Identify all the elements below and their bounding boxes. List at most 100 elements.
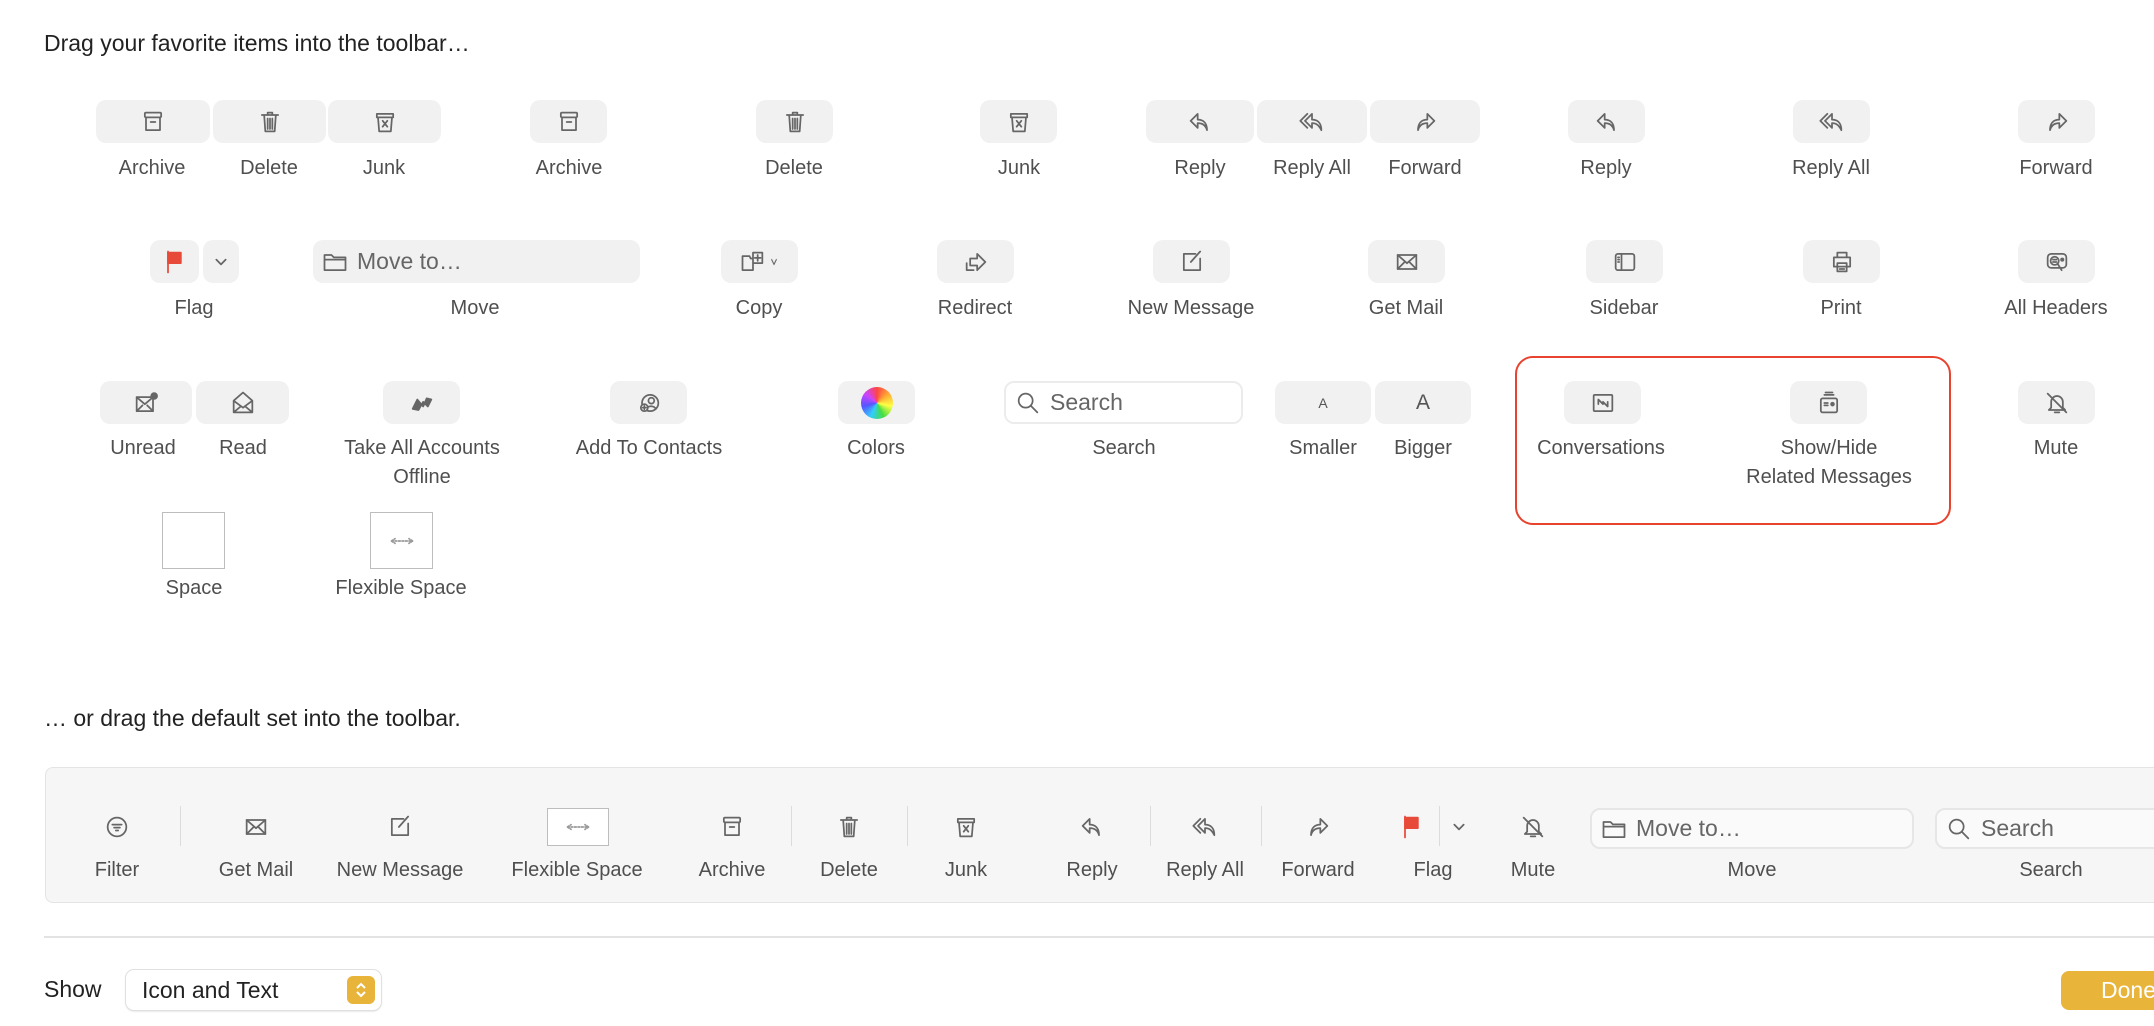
default-move-field: Move to… — [1590, 808, 1914, 849]
bell-slash-icon — [2043, 389, 2071, 417]
label: Forward — [2019, 157, 2093, 179]
label: New Message — [1127, 297, 1255, 319]
done-button[interactable]: Done — [2061, 971, 2154, 1010]
open-envelope-icon — [229, 389, 257, 417]
colors-item[interactable] — [838, 381, 915, 424]
label: Flag — [1413, 859, 1453, 881]
label: Bigger — [1394, 437, 1452, 459]
divider — [1261, 806, 1262, 846]
favorites-instruction: Drag your favorite items into the toolba… — [44, 30, 470, 56]
add-contact-icon — [635, 389, 663, 417]
label: Archive — [535, 157, 603, 179]
new-message-item[interactable] — [1153, 240, 1230, 283]
label: Reply — [1066, 859, 1118, 881]
label: Mute — [1510, 859, 1556, 881]
flexible-space-item — [547, 808, 609, 846]
copy-item[interactable] — [721, 240, 798, 283]
bigger-item[interactable]: A — [1375, 381, 1471, 424]
label: Colors — [847, 437, 905, 459]
label: Sidebar — [1589, 297, 1659, 319]
redirect-item[interactable] — [937, 240, 1014, 283]
junk-item[interactable] — [980, 100, 1057, 143]
mute-item[interactable] — [2018, 381, 2095, 424]
move-item[interactable]: Move to… — [313, 240, 640, 283]
bell-slash-icon — [1519, 813, 1547, 841]
label: All Headers — [2004, 297, 2108, 319]
flag-icon — [1398, 813, 1426, 841]
move-field-text: Move to… — [1636, 815, 1741, 841]
unread-item[interactable] — [100, 381, 192, 424]
print-item[interactable] — [1803, 240, 1880, 283]
reply-item[interactable] — [1568, 100, 1645, 143]
trash-icon — [781, 108, 809, 136]
label: Reply — [1174, 157, 1226, 179]
space-item[interactable] — [162, 512, 225, 569]
label-line: Offline — [393, 466, 451, 488]
label: Delete — [240, 157, 298, 179]
forward-icon — [1411, 108, 1439, 136]
label: Junk — [944, 859, 988, 881]
label: Search — [1092, 437, 1156, 459]
reply-item[interactable] — [1146, 100, 1254, 143]
divider — [1439, 806, 1440, 846]
reply-all-item[interactable] — [1793, 100, 1870, 143]
label: Smaller — [1289, 437, 1357, 459]
add-to-contacts-item[interactable] — [610, 381, 687, 424]
show-hide-related-item[interactable] — [1790, 381, 1867, 424]
junk-icon — [952, 813, 980, 841]
printer-icon — [1828, 248, 1856, 276]
label: Mute — [2033, 437, 2079, 459]
reply-all-icon — [1298, 108, 1326, 136]
flag-item[interactable] — [150, 240, 199, 283]
label: Junk — [362, 157, 406, 179]
label: Reply All — [1273, 157, 1351, 179]
conversations-item[interactable] — [1564, 381, 1641, 424]
label: Get Mail — [218, 859, 294, 881]
sidebar-item[interactable] — [1586, 240, 1663, 283]
unread-envelope-icon — [132, 389, 160, 417]
label: Search — [2019, 859, 2083, 881]
label: Reply All — [1166, 859, 1244, 881]
show-label: Show — [44, 976, 102, 1002]
show-popup-button[interactable]: Icon and Text — [126, 970, 381, 1010]
smaller-item[interactable]: A — [1275, 381, 1371, 424]
trash-icon — [835, 813, 863, 841]
label-line: Show/Hide — [1780, 437, 1878, 459]
divider — [791, 806, 792, 846]
reply-icon — [1593, 108, 1621, 136]
delete-item[interactable] — [756, 100, 833, 143]
all-headers-item[interactable] — [2018, 240, 2095, 283]
label: New Message — [336, 859, 464, 881]
reply-all-icon — [1191, 813, 1219, 841]
label: Archive — [118, 157, 186, 179]
forward-item[interactable] — [2018, 100, 2095, 143]
label: Reply — [1580, 157, 1632, 179]
search-placeholder: Search — [1050, 389, 1123, 415]
search-item[interactable]: Search — [1004, 381, 1243, 424]
label: Conversations — [1537, 437, 1665, 459]
label: Take All Accounts Offline — [344, 434, 500, 492]
flag-menu-button[interactable] — [203, 240, 239, 283]
search-icon — [1014, 389, 1042, 417]
divider — [907, 806, 908, 846]
flexible-space-item[interactable] — [370, 512, 433, 569]
archive-item[interactable] — [530, 100, 607, 143]
label: Archive — [698, 859, 766, 881]
label: Add To Contacts — [575, 437, 723, 459]
trash-icon — [256, 108, 284, 136]
reply-icon — [1078, 813, 1106, 841]
reply-all-icon — [1818, 108, 1846, 136]
copy-icon — [739, 248, 767, 276]
archive-icon — [718, 813, 746, 841]
label: Delete — [765, 157, 823, 179]
show-value: Icon and Text — [142, 976, 279, 1003]
forward-item[interactable] — [1370, 100, 1480, 143]
get-mail-item[interactable] — [1368, 240, 1445, 283]
reply-all-item[interactable] — [1257, 100, 1367, 143]
read-item[interactable] — [196, 381, 289, 424]
delete-item[interactable] — [213, 100, 326, 143]
take-offline-item[interactable] — [383, 381, 460, 424]
label: Move — [1727, 859, 1777, 881]
archive-item[interactable] — [96, 100, 210, 143]
junk-item[interactable] — [328, 100, 441, 143]
